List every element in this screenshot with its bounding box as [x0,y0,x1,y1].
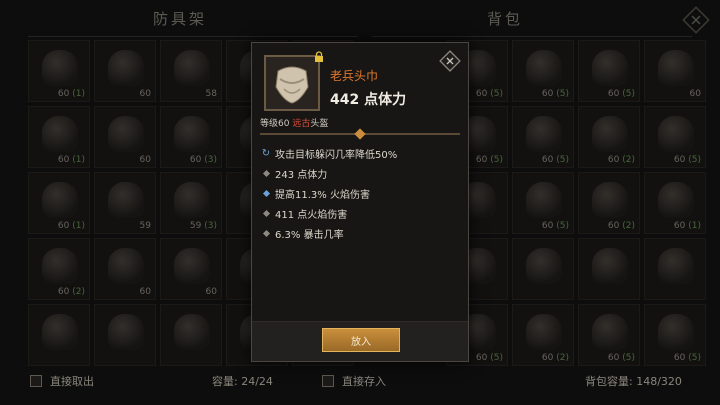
diamond-bullet-icon [260,209,272,217]
affix-row: 243 点体力 [260,163,460,183]
diamond-bullet-icon [260,169,272,177]
tooltip-divider [260,128,460,140]
item-level-line: 等级60 远古头盔 [260,116,328,129]
item-main-stat: 442 点体力 [330,92,407,108]
bag-capacity: 背包容量: 148/320 [585,375,682,388]
store-toggle[interactable]: 直接存入 [322,368,386,394]
diamond-bullet-icon [260,189,272,197]
divider-gem-icon [354,128,366,140]
item-level: 等级60 [260,119,293,129]
armor-capacity: 容量: 24/24 [212,375,273,388]
affix-row: 411 点火焰伤害 [260,203,460,223]
put-in-button[interactable]: 放入 [322,328,400,352]
tooltip-footer: 放入 [252,321,468,361]
take-out-label: 直接取出 [50,375,94,388]
affix-text: 411 点火焰伤害 [275,209,348,221]
store-label: 直接存入 [342,375,386,388]
affix-text: 6.3% 暴击几率 [275,229,344,241]
affix-list: ↻ 攻击目标躲闪几率降低50% 243 点体力提高11.3% 火焰伤害 411 点火焰… [260,143,460,243]
tooltip-close-icon[interactable] [438,49,462,73]
affix-row: 6.3% 暴击几率 [260,223,460,243]
take-out-checkbox[interactable] [30,375,42,387]
diamond-bullet-icon [260,229,272,237]
affix-row: 提高11.3% 火焰伤害 [260,183,460,203]
item-tooltip: 老兵头巾 442 点体力 等级60 远古头盔 ↻ 攻击目标躲闪几率降低50% 243… [251,42,469,362]
affix-text: 243 点体力 [275,169,328,181]
lock-icon[interactable] [313,51,325,63]
affix-text: 提高11.3% 火焰伤害 [275,189,370,201]
store-checkbox[interactable] [322,375,334,387]
item-slot: 头盔 [310,119,329,129]
item-quality: 远古 [292,119,311,129]
affix-row: ↻ 攻击目标躲闪几率降低50% [260,143,460,163]
item-name: 老兵头巾 [330,69,379,83]
take-out-toggle[interactable]: 直接取出 [30,368,94,394]
affix-text: 攻击目标躲闪几率降低50% [275,149,398,161]
refresh-icon: ↻ [261,147,271,159]
item-icon-bandana [264,55,320,111]
